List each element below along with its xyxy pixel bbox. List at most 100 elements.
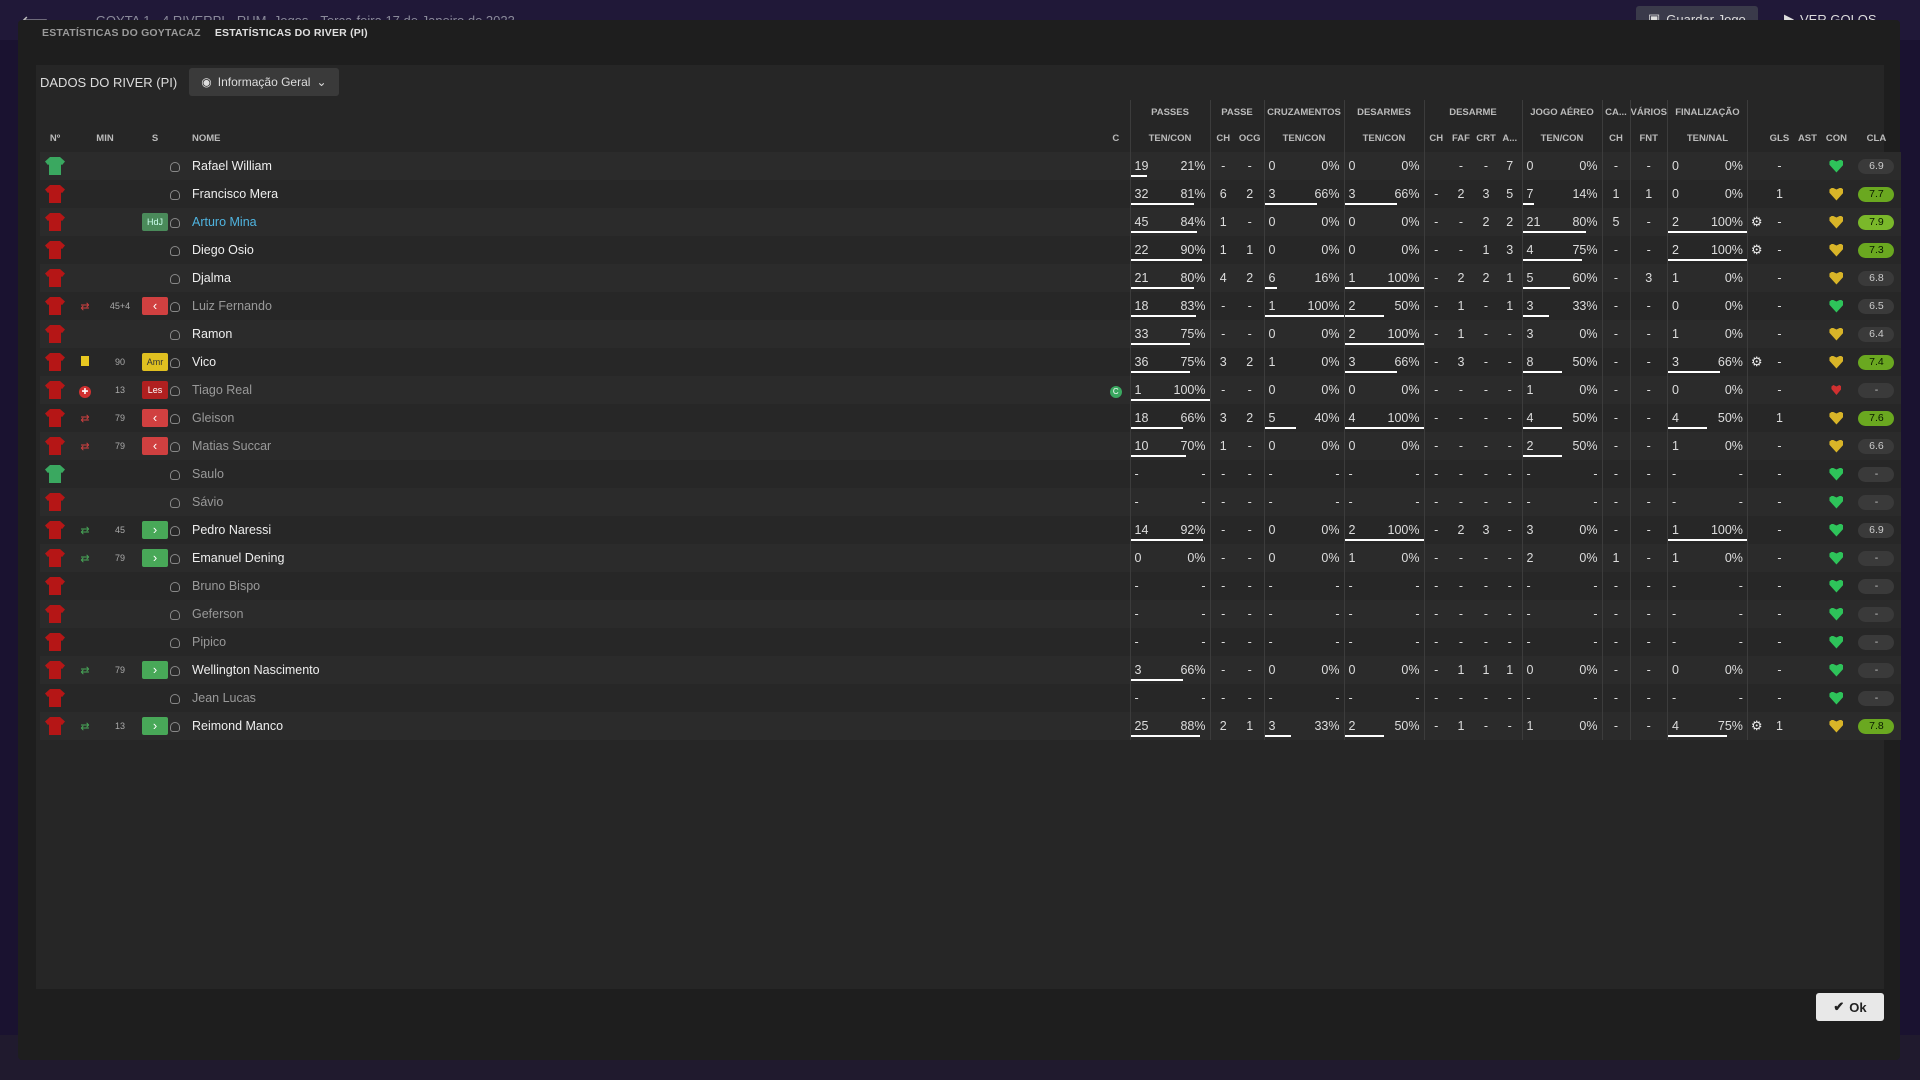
tab-river-stats[interactable]: ESTATÍSTICAS DO RIVER (PI) [215, 27, 368, 39]
col-nome[interactable]: NOME [192, 124, 1102, 152]
minutes [100, 600, 140, 628]
table-row[interactable]: ✚ 13 Les Tiago Real C 1 100% - -0 0% 0 0% - - - -1 0% - -0… [40, 376, 1902, 404]
status-cell [140, 684, 170, 712]
table-row[interactable]: Rafael William 19 21% - -0 0% 0 0% - -7 0 0% - -0 0% -6… [40, 152, 1902, 180]
col-con[interactable]: CON [1821, 124, 1851, 152]
table-row[interactable]: Diego Osio 22 90% 1 1 0 0% 0 0% - -1 3 4 75% - -2 100% ⚙ -… [40, 236, 1902, 264]
col-des[interactable]: TEN/CON [1343, 124, 1424, 152]
minutes [100, 320, 140, 348]
goals: - [1777, 691, 1782, 705]
ca-ch: - [1601, 264, 1630, 292]
col-aereo[interactable]: TEN/CON [1521, 124, 1602, 152]
assists [1793, 348, 1821, 376]
chances-created: 1 [1246, 243, 1254, 257]
motm-cell [1746, 292, 1766, 320]
table-row[interactable]: 90 Amr Vico 36 75% 3 2 1 0% 3 66% -3- -8 50% - -3 66% ⚙ -7… [40, 348, 1902, 376]
passes: 33 75% [1129, 320, 1210, 348]
table-row[interactable]: ⇄ 45+4 ‹ Luiz Fernando 18 83% - -1 100% 2 50% -1-1 3… [40, 292, 1902, 320]
ok-button[interactable]: ✔ Ok [1816, 993, 1884, 1021]
col-c[interactable]: C [1102, 124, 1130, 152]
blocks: 1 [1506, 299, 1514, 313]
col-fnt[interactable]: FNT [1629, 124, 1668, 152]
tab-goytacaz-stats[interactable]: ESTATÍSTICAS DO GOYTACAZ [42, 27, 201, 39]
condition-cell [1821, 208, 1851, 236]
col-gls[interactable]: GLS [1765, 124, 1793, 152]
table-row[interactable]: ⇄ 79 › Wellington Nascimento 3 66% - -0 0% 0 0% -1 1… [40, 656, 1902, 684]
col-faf[interactable]: FAF [1448, 124, 1474, 152]
col-ocg[interactable]: OCG [1236, 124, 1264, 152]
captain-cell [1102, 264, 1130, 292]
col-s[interactable]: S [140, 124, 170, 152]
aerial-pct: 0% [1579, 719, 1598, 733]
table-row[interactable]: Saulo - - - - - - - - - - - - - - - - - - - - [40, 460, 1902, 488]
table-row[interactable]: Sávio - - - - - - - - - - - - - - - - - - - - [40, 488, 1902, 516]
assists [1793, 292, 1821, 320]
player-name: Jean Lucas [192, 691, 256, 705]
ca-ch: 5 [1601, 208, 1630, 236]
aerial: -- [1521, 628, 1602, 656]
tackles-bar: 0 0% [1345, 656, 1424, 684]
crosses-attempts: 0 [1268, 215, 1276, 229]
table-row[interactable]: ⇄ 13 › Reimond Manco 25 88% 2 1 3 33% 2 50% -1- -1 0% -… [40, 712, 1902, 740]
table-row[interactable]: Francisco Mera 32 81% 6 2 3 66% 3 66% -2 3 5 7 14% 1 1 0… [40, 180, 1902, 208]
assists [1793, 264, 1821, 292]
status-cell: › [140, 544, 170, 572]
table-row[interactable]: Pipico - - - - - - - - - - - - - - - - - - - - [40, 628, 1902, 656]
event-icon-cell [70, 572, 100, 600]
clearances: 3 [1482, 523, 1490, 537]
fouls: - [1458, 551, 1464, 565]
status-cell: › [140, 712, 170, 740]
fouls-against: - [1629, 628, 1668, 656]
col-cruz[interactable]: TEN/CON [1263, 124, 1344, 152]
tackles: 3 66% [1343, 180, 1424, 208]
table-row[interactable]: HdJ Arturo Mina 45 84% 1-0 0% 0 0% - -2 2 21 80% 5-2 1… [40, 208, 1902, 236]
check-icon: ✔ [1833, 999, 1845, 1014]
aerial-bar: 21 80% [1523, 208, 1602, 236]
col-cach[interactable]: CH [1601, 124, 1630, 152]
chances-created: - [1247, 327, 1252, 341]
table-row[interactable]: ⇄ 79 ‹ Gleison 18 66% 3 2 5 40% 4 100% - - - -4 50% - -4 50… [40, 404, 1902, 432]
table-row[interactable]: Djalma 21 80% 4 2 6 16% 1 100% -2 2 1 5 60% -3 1 0% -6.8 [40, 264, 1902, 292]
col-crt[interactable]: CRT [1474, 124, 1498, 152]
shots-bar: 0 0% [1668, 292, 1747, 320]
aerial-pct: - [1593, 635, 1598, 649]
rating-cell: 6.4 [1851, 320, 1901, 348]
view-dropdown[interactable]: ◉ Informação Geral ⌄ [189, 68, 339, 96]
table-row[interactable]: Geferson - - - - - - - - - - - - - - - - - - - - [40, 600, 1902, 628]
table-row[interactable]: ⇄ 45 › Pedro Naressi 14 92% - -0 0% 2 100% -2 3-3 0% -… [40, 516, 1902, 544]
fouls: 1 [1457, 327, 1465, 341]
minutes: 79 [114, 665, 125, 675]
col-dch[interactable]: CH [1423, 124, 1448, 152]
key-passes: - [1209, 684, 1236, 712]
col-no[interactable]: Nº [40, 124, 70, 152]
clearances: - [1483, 607, 1489, 621]
col-cla[interactable]: CLA [1851, 124, 1901, 152]
col-a[interactable]: A... [1498, 124, 1522, 152]
crosses-attempts: 0 [1268, 159, 1276, 173]
shots-pct: 0% [1724, 271, 1743, 285]
event-icon-cell: ⇄ [70, 432, 100, 460]
col-ast[interactable]: AST [1793, 124, 1821, 152]
rating-cell: - [1851, 656, 1901, 684]
col-fin[interactable]: TEN/NAL [1666, 124, 1748, 152]
table-row[interactable]: Ramon 33 75% - -0 0% 2 100% -1- -3 0% - -1 0% -6.4 [40, 320, 1902, 348]
yellow-card-icon [81, 356, 89, 366]
crosses: 6 16% [1263, 264, 1344, 292]
col-ch[interactable]: CH [1209, 124, 1236, 152]
table-row[interactable]: Jean Lucas - - - - - - - - - - - - - - - - - - - - [40, 684, 1902, 712]
shots-attempts: - [1671, 691, 1677, 705]
event-icon-cell [70, 488, 100, 516]
clearances: - [1483, 439, 1489, 453]
shots-attempts: 0 [1671, 663, 1679, 677]
col-min[interactable]: MIN [70, 124, 140, 152]
crosses-bar: 0 0% [1265, 656, 1344, 684]
key-passes: - [1209, 572, 1236, 600]
table-row[interactable]: Bruno Bispo - - - - - - - - - - - - - - - - - - - - [40, 572, 1902, 600]
table-row[interactable]: ⇄ 79 › Emanuel Dening 0 0% - -0 0% 1 0% - - - -2 0% 1-1 0… [40, 544, 1902, 572]
table-row[interactable]: ⇄ 79 ‹ Matias Succar 10 70% 1-0 0% 0 0% - - - -2 50% - -… [40, 432, 1902, 460]
col-passes[interactable]: TEN/CON [1129, 124, 1210, 152]
passes-attempts: - [1134, 467, 1139, 481]
person-icon-cell [170, 684, 192, 712]
passes-pct: - [1201, 691, 1206, 705]
key-passes: 1 [1209, 432, 1236, 460]
